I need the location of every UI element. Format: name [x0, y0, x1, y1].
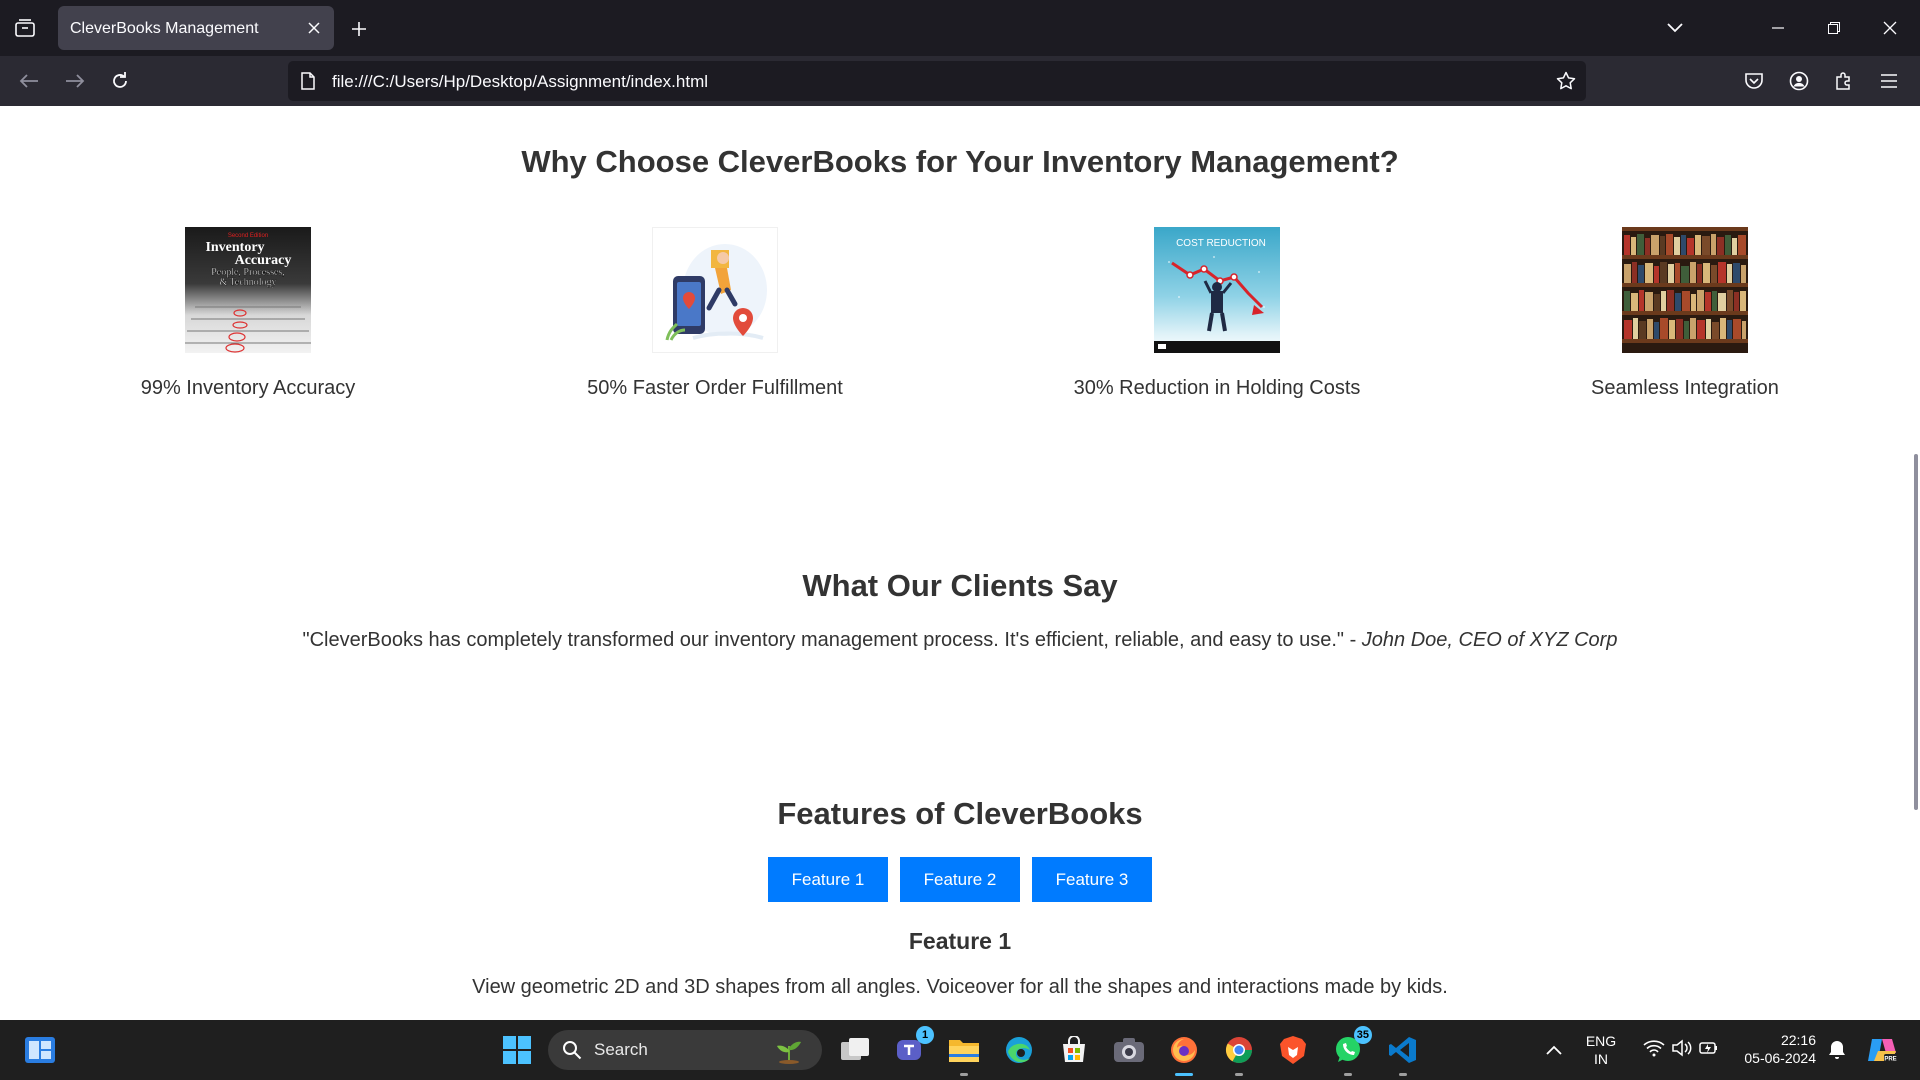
feature-3-button[interactable]: Feature 3: [1032, 857, 1152, 902]
feature-2-button[interactable]: Feature 2: [900, 857, 1020, 902]
svg-text:Accuracy: Accuracy: [235, 253, 292, 268]
quote-text: "CleverBooks has completely transformed …: [302, 629, 1345, 651]
cost-reduction-caption: COST REDUCTION: [1176, 238, 1266, 249]
benefit-label: 30% Reduction in Holding Costs: [1073, 377, 1361, 399]
pocket-icon[interactable]: [1737, 64, 1771, 98]
close-window-icon[interactable]: [1862, 0, 1918, 56]
restore-window-icon[interactable]: [1806, 0, 1862, 56]
copilot-icon[interactable]: PRE: [1862, 1030, 1902, 1070]
running-indicator: [1235, 1073, 1243, 1076]
tab-title: CleverBooks Management: [70, 20, 259, 37]
navigation-toolbar: file:///C:/Users/Hp/Desktop/Assignment/i…: [0, 56, 1920, 106]
close-tab-icon[interactable]: [304, 18, 324, 38]
testimonial-quote: "CleverBooks has completely transformed …: [0, 629, 1920, 652]
firefox-view-icon[interactable]: [8, 12, 42, 44]
list-all-tabs-chevron-icon[interactable]: [1660, 14, 1690, 42]
hamburger-menu-icon[interactable]: [1872, 64, 1906, 98]
volume-icon: [1671, 1038, 1693, 1062]
benefit-label: 99% Inventory Accuracy: [140, 377, 356, 399]
battery-charging-icon: [1699, 1039, 1719, 1062]
teams-chat-icon[interactable]: 1: [890, 1026, 934, 1070]
clock-date: 05-06-2024: [1744, 1050, 1816, 1066]
delivery-illustration-image: [652, 227, 778, 353]
vscode-icon[interactable]: [1383, 1030, 1423, 1076]
brave-browser-icon[interactable]: [1273, 1030, 1313, 1070]
browser-tab-active[interactable]: CleverBooks Management: [58, 6, 334, 50]
cost-reduction-image: COST REDUCTION: [1154, 227, 1280, 353]
reload-icon[interactable]: [103, 64, 137, 98]
copilot-pre-label: PRE: [1884, 1057, 1896, 1063]
file-explorer-icon[interactable]: [944, 1030, 984, 1076]
feature-1-button[interactable]: Feature 1: [768, 857, 888, 902]
benefit-item-holding-costs: COST REDUCTION 30% Reduction in Holding …: [1037, 227, 1397, 400]
back-arrow-icon[interactable]: [12, 64, 46, 98]
wifi-icon: [1643, 1039, 1665, 1062]
clock[interactable]: 22:16 05-06-2024: [1730, 1031, 1816, 1067]
page-document-icon: [298, 71, 318, 91]
running-indicator: [1344, 1073, 1352, 1076]
browser-tab-strip: CleverBooks Management: [0, 0, 1920, 56]
benefit-item-integration: Seamless Integration: [1505, 227, 1865, 400]
whatsapp-icon[interactable]: 35: [1328, 1026, 1372, 1076]
microsoft-store-icon[interactable]: [1054, 1030, 1094, 1070]
running-indicator: [960, 1073, 968, 1076]
why-choose-heading: Why Choose CleverBooks for Your Inventor…: [521, 144, 1399, 179]
web-page-viewport: Why Choose CleverBooks for Your Inventor…: [0, 106, 1920, 1020]
bookshelf-image: [1622, 227, 1748, 353]
minimize-window-icon[interactable]: [1750, 0, 1806, 56]
benefit-label: 50% Faster Order Fulfillment: [587, 377, 843, 399]
widgets-icon[interactable]: [20, 1030, 60, 1070]
url-text[interactable]: file:///C:/Users/Hp/Desktop/Assignment/i…: [332, 72, 708, 92]
whatsapp-notification-badge: 35: [1353, 1026, 1372, 1044]
chrome-icon[interactable]: [1219, 1030, 1259, 1076]
bookmark-star-icon[interactable]: [1554, 69, 1578, 93]
svg-text:& Technology: & Technology: [219, 277, 276, 288]
camera-app-icon[interactable]: [1109, 1030, 1149, 1070]
system-tray-status-group[interactable]: [1636, 1030, 1726, 1070]
show-hidden-icons-chevron-icon[interactable]: [1534, 1030, 1574, 1070]
search-placeholder: Search: [594, 1040, 648, 1059]
firefox-icon[interactable]: [1164, 1030, 1204, 1076]
new-tab-plus-icon[interactable]: [344, 14, 374, 44]
notification-bell-icon[interactable]: [1822, 1030, 1852, 1070]
windows-start-icon[interactable]: [497, 1030, 537, 1070]
active-app-indicator: [1175, 1073, 1193, 1076]
region-code: IN: [1594, 1051, 1608, 1067]
search-highlight-plant-icon: [774, 1036, 804, 1069]
inventory-accuracy-book-image: Second Edition Inventory Accuracy People…: [185, 227, 311, 353]
task-view-icon[interactable]: [835, 1030, 875, 1070]
forward-arrow-icon[interactable]: [58, 64, 92, 98]
search-icon: [562, 1040, 582, 1065]
language-code: ENG: [1585, 1033, 1617, 1049]
windows-taskbar: Search 1 35 ENG IN 22:16 05-06-2024 PRE: [0, 1020, 1920, 1080]
benefit-item-accuracy: Second Edition Inventory Accuracy People…: [68, 227, 428, 400]
clock-time: 22:16: [1780, 1032, 1816, 1048]
features-heading: Features of CleverBooks: [777, 796, 1143, 831]
input-language-indicator[interactable]: ENG IN: [1578, 1032, 1624, 1068]
quote-author: John Doe, CEO of XYZ Corp: [1361, 629, 1618, 651]
quote-separator: -: [1344, 629, 1362, 651]
account-icon[interactable]: [1782, 64, 1816, 98]
benefit-label: Seamless Integration: [1591, 377, 1779, 399]
taskbar-search-box[interactable]: Search: [548, 1030, 822, 1070]
clients-heading: What Our Clients Say: [802, 568, 1118, 603]
feature-description: View geometric 2D and 3D shapes from all…: [472, 976, 1448, 998]
feature-title: Feature 1: [908, 928, 1012, 954]
benefit-item-fulfillment: 50% Faster Order Fulfillment: [535, 227, 895, 400]
teams-notification-badge: 1: [916, 1026, 934, 1044]
extensions-puzzle-icon[interactable]: [1827, 64, 1861, 98]
running-indicator: [1399, 1073, 1407, 1076]
url-bar[interactable]: file:///C:/Users/Hp/Desktop/Assignment/i…: [288, 61, 1586, 101]
book-edition-text: Second Edition: [228, 233, 268, 239]
edge-browser-icon[interactable]: [999, 1030, 1039, 1070]
